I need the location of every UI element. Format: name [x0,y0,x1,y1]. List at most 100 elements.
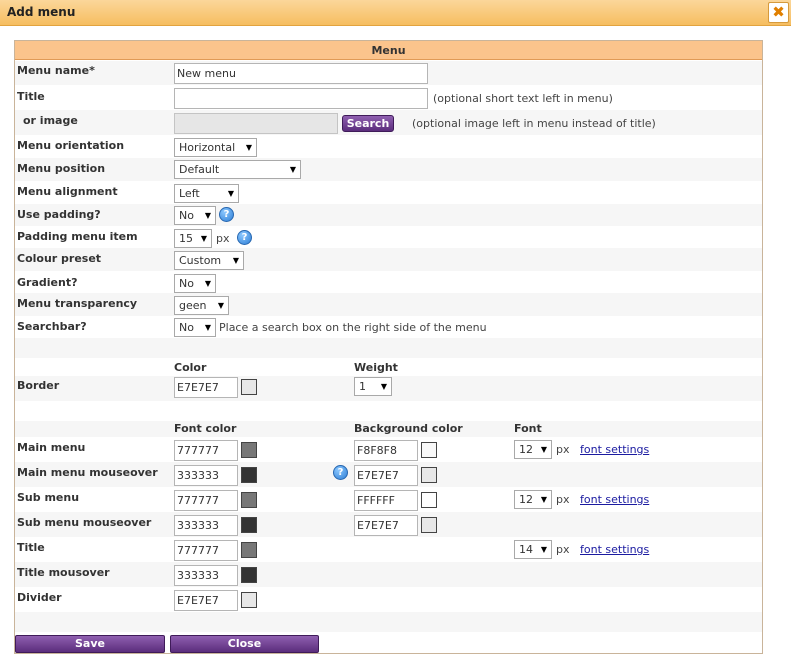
sub-menu-bg-color-input[interactable]: FFFFFF [354,490,418,511]
main-menu-label: Main menu [17,441,86,454]
row-transparency: Menu transparency geen ▼ [15,293,762,316]
title-font-unit: px [556,543,570,556]
font-header: Font [514,422,542,435]
border-weight-select[interactable]: 1 ▼ [354,377,392,396]
transparency-select[interactable]: geen ▼ [174,296,229,315]
save-button[interactable]: Save [15,635,165,653]
padding-item-select[interactable]: 15 ▼ [174,229,212,248]
title-font-color-input[interactable]: 777777 [174,540,238,561]
orientation-label: Menu orientation [17,139,125,152]
row-title-mouseover: Title mousover 333333 [15,562,762,587]
chevron-down-icon: ▼ [289,165,296,174]
menu-name-input[interactable]: New menu [174,63,428,84]
row-image: or image Search (optional image left in … [15,110,762,135]
sub-menu-font-color-swatch[interactable] [241,492,257,508]
title-input[interactable] [174,88,428,109]
help-icon[interactable]: ? [219,207,234,222]
title-mouseover-font-color-input[interactable]: 333333 [174,565,238,586]
row-menu-name: Menu name* New menu [15,61,762,85]
row-title: Title (optional short text left in menu) [15,85,762,110]
sub-menu-mouseover-bg-color-swatch[interactable] [421,517,437,533]
main-menu-bg-color-swatch[interactable] [421,442,437,458]
main-menu-font-settings-link[interactable]: font settings [580,443,649,456]
title-colors-label: Title [17,541,45,554]
padding-unit: px [216,232,230,245]
title-label: Title [17,90,45,103]
chevron-down-icon: ▼ [227,189,234,198]
title-mouseover-label: Title mousover [17,566,110,579]
search-button[interactable]: Search [342,115,394,132]
sub-menu-mouseover-font-color-input[interactable]: 333333 [174,515,238,536]
main-menu-font-color-input[interactable]: 777777 [174,440,238,461]
image-label: or image [23,114,78,127]
dialog-title: Add menu [7,5,76,19]
title-font-size-select[interactable]: 14 ▼ [514,540,552,559]
row-title-colors: Title 777777 14 ▼ px font settings [15,537,762,562]
sub-menu-label: Sub menu [17,491,80,504]
padding-item-value: 15 [179,232,193,245]
colour-preset-label: Colour preset [17,252,102,265]
row-searchbar: Searchbar? No ▼ Place a search box on th… [15,316,762,338]
row-orientation: Menu orientation Horizontal ▼ [15,135,762,158]
image-input[interactable] [174,113,338,134]
close-icon[interactable]: ✖ [768,2,789,23]
sub-menu-mouseover-label: Sub menu mouseover [17,516,152,529]
alignment-value: Left [179,187,200,200]
divider-color-swatch[interactable] [241,592,257,608]
main-menu-bg-color-input[interactable]: F8F8F8 [354,440,418,461]
main-menu-mouseover-label: Main menu mouseover [17,466,158,479]
help-icon[interactable]: ? [237,230,252,245]
position-value: Default [179,163,220,176]
border-color-header: Color [174,361,207,374]
padding-item-label: Padding menu item [17,230,138,243]
close-button[interactable]: Close [170,635,319,653]
sub-menu-mouseover-font-color-swatch[interactable] [241,517,257,533]
position-label: Menu position [17,162,106,175]
divider-color-input[interactable]: E7E7E7 [174,590,238,611]
row-padding-item: Padding menu item 15 ▼ px ? [15,226,762,248]
sub-menu-bg-color-swatch[interactable] [421,492,437,508]
help-icon[interactable]: ? [333,465,348,480]
chevron-down-icon: ▼ [204,279,211,288]
divider-label: Divider [17,591,62,604]
sub-menu-font-color-input[interactable]: 777777 [174,490,238,511]
chevron-down-icon: ▼ [380,382,387,391]
sub-menu-font-settings-link[interactable]: font settings [580,493,649,506]
chevron-down-icon: ▼ [540,495,547,504]
chevron-down-icon: ▼ [217,301,224,310]
menu-name-label: Menu name* [17,64,95,77]
searchbar-value: No [179,321,194,334]
gradient-select[interactable]: No ▼ [174,274,216,293]
searchbar-hint: Place a search box on the right side of … [219,321,487,334]
main-menu-mouseover-bg-color-swatch[interactable] [421,467,437,483]
row-divider: Divider E7E7E7 [15,587,762,612]
row-border: Border E7E7E7 1 ▼ [15,376,762,401]
sub-menu-font-size-select[interactable]: 12 ▼ [514,490,552,509]
row-alignment: Menu alignment Left ▼ [15,181,762,204]
alignment-select[interactable]: Left ▼ [174,184,239,203]
sub-menu-mouseover-bg-color-input[interactable]: E7E7E7 [354,515,418,536]
border-color-input[interactable]: E7E7E7 [174,377,238,398]
orientation-value: Horizontal [179,141,236,154]
use-padding-select[interactable]: No ▼ [174,206,216,225]
title-font-color-swatch[interactable] [241,542,257,558]
searchbar-select[interactable]: No ▼ [174,318,216,337]
main-menu-mouseover-font-color-swatch[interactable] [241,467,257,483]
main-menu-font-size-select[interactable]: 12 ▼ [514,440,552,459]
main-menu-mouseover-font-color-input[interactable]: 333333 [174,465,238,486]
chevron-down-icon: ▼ [232,256,239,265]
colour-preset-select[interactable]: Custom ▼ [174,251,244,270]
main-menu-font-color-swatch[interactable] [241,442,257,458]
position-select[interactable]: Default ▼ [174,160,301,179]
sub-menu-font-size-value: 12 [519,493,533,506]
menu-form-panel: Menu Menu name* New menu Title (optional… [14,40,763,654]
gradient-label: Gradient? [17,276,78,289]
title-font-settings-link[interactable]: font settings [580,543,649,556]
border-color-swatch[interactable] [241,379,257,395]
title-font-size-value: 14 [519,543,533,556]
use-padding-label: Use padding? [17,208,101,221]
main-menu-mouseover-bg-color-input[interactable]: E7E7E7 [354,465,418,486]
title-mouseover-font-color-swatch[interactable] [241,567,257,583]
orientation-select[interactable]: Horizontal ▼ [174,138,257,157]
spacer-row [15,401,762,421]
